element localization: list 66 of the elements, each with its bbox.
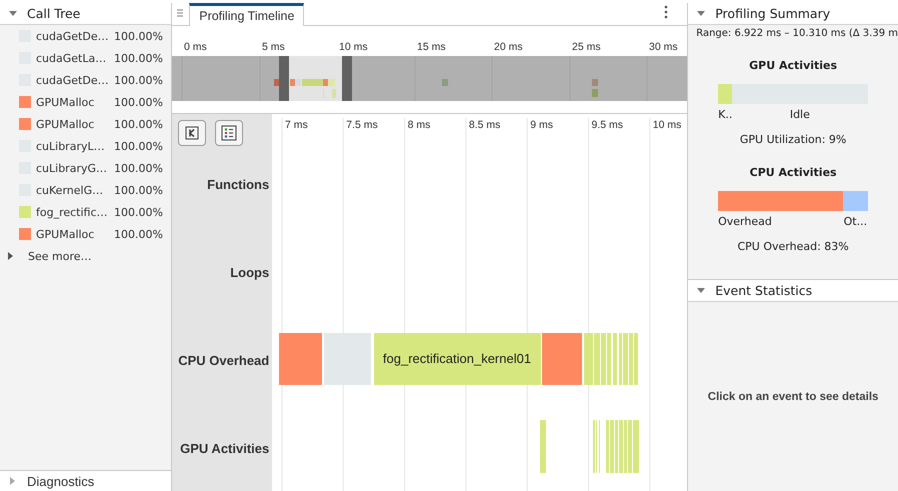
key-k-icon	[185, 126, 200, 140]
segment-label: K..	[718, 108, 732, 123]
time-range-text: Range: 6.922 ms – 10.310 ms (Δ 3.39 m	[695, 28, 898, 39]
time-tick-label: 15 ms	[417, 41, 446, 53]
drag-handle-icon[interactable]	[177, 9, 184, 17]
time-tick-label: 10 ms	[653, 119, 682, 131]
empty-state-message: Click on an event to see details	[708, 390, 878, 402]
keyboard-shortcut-button[interactable]	[178, 120, 206, 146]
track-label: Loops	[229, 264, 270, 282]
event-label: fog_rectification_kernel01	[383, 351, 532, 366]
time-tick-label: 5 ms	[262, 41, 285, 53]
time-tick-label: 30 ms	[649, 41, 678, 53]
event-block[interactable]	[374, 333, 542, 385]
time-tick-label: 9.5 ms	[592, 119, 624, 131]
percentage: 100.00%	[114, 140, 163, 152]
time-tick-label: 0 ms	[184, 41, 207, 53]
see-more-link[interactable]: See more…	[28, 250, 92, 262]
time-tick-label: 25 ms	[572, 41, 601, 53]
function-name[interactable]: cudaGetLa…	[36, 52, 112, 64]
segment-label: Ot...	[844, 215, 868, 230]
collapse-arrow-icon[interactable]	[8, 8, 18, 18]
percentage: 100.00%	[114, 30, 163, 42]
function-name[interactable]: GPUMalloc	[36, 96, 112, 108]
function-name[interactable]: GPUMalloc	[36, 228, 112, 240]
summary-caption: GPU Utilization: 9%	[740, 133, 846, 146]
time-tick-label: 10 ms	[339, 41, 368, 53]
percentage: 100.00%	[114, 96, 163, 108]
function-name[interactable]: cuLibraryG…	[36, 162, 112, 174]
more-options-icon[interactable]	[664, 5, 668, 19]
collapse-arrow-icon[interactable]	[696, 8, 706, 18]
function-name[interactable]: cudaGetDe…	[36, 74, 112, 86]
percentage: 100.00%	[114, 228, 163, 240]
legend-button[interactable]	[215, 120, 244, 146]
panel-title: Profiling Summary	[715, 6, 830, 21]
track-label: Functions	[206, 176, 270, 194]
segment-label: Idle	[790, 108, 810, 123]
percentage: 100.00%	[114, 184, 163, 196]
track-label: GPU Activities	[179, 440, 270, 458]
timeline-overview-drawing[interactable]	[172, 56, 688, 102]
time-tick-label: 9 ms	[530, 119, 554, 131]
tab[interactable]: Profiling Timeline	[189, 3, 304, 26]
summary-caption: CPU Overhead: 83%	[737, 240, 849, 253]
collapse-arrow-icon[interactable]	[696, 286, 706, 296]
segment-label: Overhead	[718, 215, 772, 230]
percentage: 100.00%	[114, 74, 163, 86]
panel-title: Diagnostics	[27, 474, 94, 488]
function-name[interactable]: cuLibraryL…	[36, 140, 112, 152]
percentage: 100.00%	[114, 206, 163, 218]
time-tick-label: 7 ms	[285, 119, 308, 131]
function-name[interactable]: cudaGetDe…	[36, 30, 112, 42]
percentage: 100.00%	[114, 162, 163, 174]
track-label: CPU Overhead	[177, 352, 270, 370]
section-title: GPU Activities	[749, 59, 838, 72]
function-name[interactable]: fog_rectific…	[36, 206, 112, 218]
function-name[interactable]: GPUMalloc	[36, 118, 112, 130]
panel-title: Event Statistics	[715, 283, 812, 298]
time-tick-label: 7.5 ms	[346, 119, 378, 131]
time-tick-label: 8 ms	[408, 119, 431, 131]
legend-icon	[221, 125, 238, 141]
section-title: CPU Activities	[750, 166, 837, 179]
percentage: 100.00%	[114, 118, 163, 130]
panel-title: Call Tree	[27, 6, 80, 21]
function-name[interactable]: cuKernelG…	[36, 184, 112, 196]
percentage: 100.00%	[114, 52, 163, 64]
time-tick-label: 20 ms	[494, 41, 523, 53]
time-tick-label: 8.5 ms	[469, 119, 501, 131]
